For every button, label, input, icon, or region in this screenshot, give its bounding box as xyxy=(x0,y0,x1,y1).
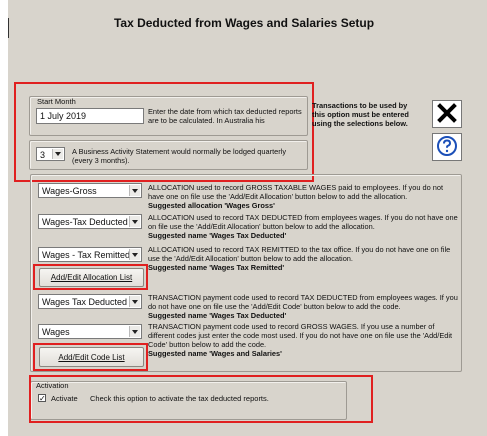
dropdown-value: Wages - Tax Remitted xyxy=(42,250,131,260)
dropdown-value: Wages xyxy=(42,327,70,337)
chevron-down-icon xyxy=(129,326,140,337)
tax-deducted-code-dropdown[interactable]: Wages Tax Deducted xyxy=(38,294,142,309)
suggested-name: Suggested name 'Wages Tax Remitted' xyxy=(148,263,285,272)
tax-deducted-code-description: TRANSACTION payment code used to record … xyxy=(148,293,458,320)
start-month-highlight xyxy=(14,82,314,182)
description-text: ALLOCATION used to record GROSS TAXABLE … xyxy=(148,183,444,201)
allocation-button-highlight xyxy=(33,264,148,290)
wages-tax-deducted-description: ALLOCATION used to record TAX DEDUCTED f… xyxy=(148,213,458,240)
help-button[interactable] xyxy=(432,133,462,161)
suggested-name: Suggested name 'Wages Tax Deducted' xyxy=(148,231,287,240)
suggested-name: Suggested name 'Wages and Salaries' xyxy=(148,349,282,358)
help-icon xyxy=(436,135,458,159)
dialog-title: Tax Deducted from Wages and Salaries Set… xyxy=(113,16,375,30)
wages-tax-deducted-dropdown[interactable]: Wages-Tax Deducted xyxy=(38,214,142,229)
chevron-down-icon xyxy=(129,185,140,196)
close-icon xyxy=(437,103,457,125)
description-text: TRANSACTION payment code used to record … xyxy=(148,293,458,311)
description-text: ALLOCATION used to record TAX REMITTED t… xyxy=(148,245,451,263)
wages-gross-description: ALLOCATION used to record GROSS TAXABLE … xyxy=(148,183,458,210)
wages-code-description: TRANSACTION payment code used to record … xyxy=(148,322,458,358)
code-button-highlight xyxy=(33,343,148,371)
wages-code-dropdown[interactable]: Wages xyxy=(38,324,142,339)
suggested-name: Suggested allocation 'Wages Gross' xyxy=(148,201,275,210)
description-text: TRANSACTION payment code used to record … xyxy=(148,322,453,349)
chevron-down-icon xyxy=(129,249,140,260)
close-button[interactable] xyxy=(432,100,462,128)
dropdown-value: Wages Tax Deducted xyxy=(42,297,128,307)
wages-gross-dropdown[interactable]: Wages-Gross xyxy=(38,183,142,198)
dropdown-value: Wages-Tax Deducted xyxy=(42,217,128,227)
chevron-down-icon xyxy=(129,216,140,227)
description-text: ALLOCATION used to record TAX DEDUCTED f… xyxy=(148,213,458,231)
suggested-name: Suggested name 'Wages Tax Deducted' xyxy=(148,311,287,320)
wages-tax-remitted-description: ALLOCATION used to record TAX REMITTED t… xyxy=(148,245,458,272)
wages-tax-remitted-dropdown[interactable]: Wages - Tax Remitted xyxy=(38,247,142,262)
activation-highlight xyxy=(29,375,373,423)
chevron-down-icon xyxy=(129,296,140,307)
transactions-note: Transactions to be used by this option m… xyxy=(312,101,409,128)
dropdown-value: Wages-Gross xyxy=(42,186,97,196)
